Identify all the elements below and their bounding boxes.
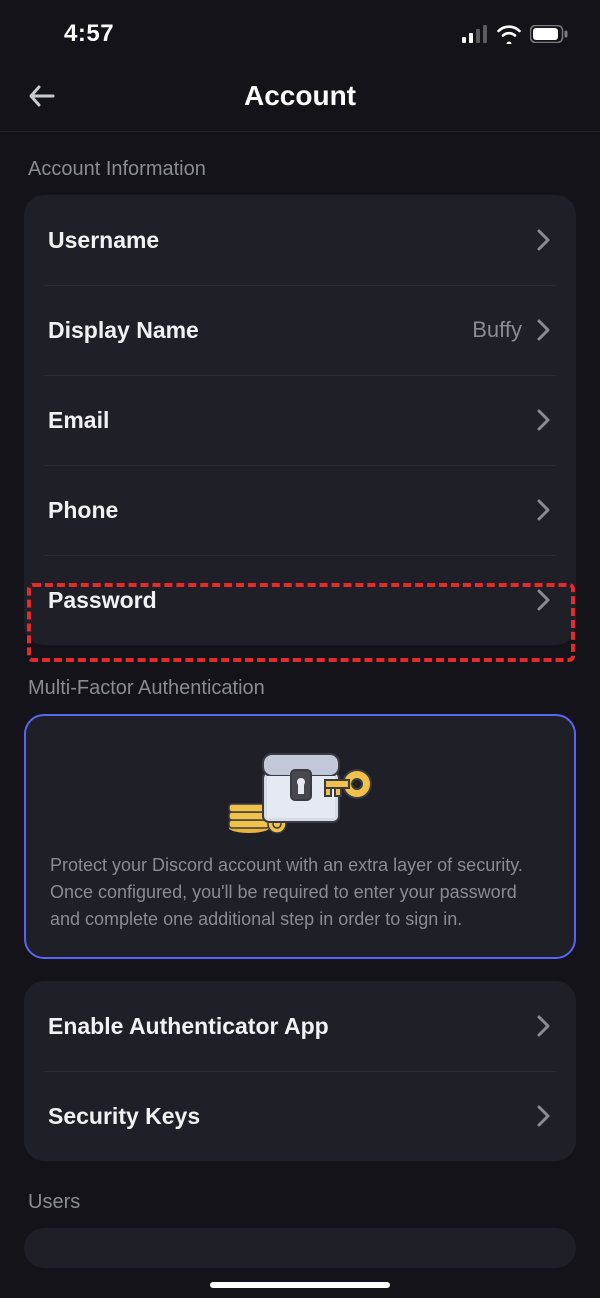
row-label-phone: Phone xyxy=(48,497,118,524)
users-card xyxy=(24,1228,576,1268)
mfa-promo-text: Protect your Discord account with an ext… xyxy=(50,852,550,933)
row-email[interactable]: Email xyxy=(24,375,576,465)
header: Account xyxy=(0,60,600,132)
row-label-display-name: Display Name xyxy=(48,317,199,344)
home-indicator[interactable] xyxy=(210,1282,390,1288)
row-display-name[interactable]: Display Name Buffy xyxy=(24,285,576,375)
row-label-email: Email xyxy=(48,407,109,434)
battery-icon xyxy=(530,25,568,43)
chevron-right-icon xyxy=(534,588,552,612)
status-indicators xyxy=(462,24,568,44)
mfa-illustration xyxy=(195,742,405,834)
row-username[interactable]: Username xyxy=(24,195,576,285)
row-label-password: Password xyxy=(48,587,157,614)
chevron-right-icon xyxy=(534,498,552,522)
account-info-card: Username Display Name Buffy Email Phone … xyxy=(24,195,576,645)
section-header-mfa: Multi-Factor Authentication xyxy=(0,645,600,714)
chevron-right-icon xyxy=(534,318,552,342)
row-phone[interactable]: Phone xyxy=(24,465,576,555)
signal-icon xyxy=(462,25,488,43)
section-header-users: Users xyxy=(0,1161,600,1228)
page-title: Account xyxy=(244,80,356,112)
row-password[interactable]: Password xyxy=(24,555,576,645)
row-label-security-keys: Security Keys xyxy=(48,1103,200,1130)
row-authenticator[interactable]: Enable Authenticator App xyxy=(24,981,576,1071)
status-time: 4:57 xyxy=(64,20,114,48)
chevron-right-icon xyxy=(534,1014,552,1038)
back-button[interactable] xyxy=(22,76,62,116)
row-label-authenticator: Enable Authenticator App xyxy=(48,1013,329,1040)
chevron-right-icon xyxy=(534,228,552,252)
row-label-username: Username xyxy=(48,227,159,254)
section-header-account-info: Account Information xyxy=(0,140,600,195)
chevron-right-icon xyxy=(534,408,552,432)
row-value-display-name: Buffy xyxy=(472,317,522,343)
row-security-keys[interactable]: Security Keys xyxy=(24,1071,576,1161)
mfa-card: Enable Authenticator App Security Keys xyxy=(24,981,576,1161)
chevron-right-icon xyxy=(534,1104,552,1128)
status-bar: 4:57 xyxy=(0,0,600,60)
arrow-left-icon xyxy=(25,79,59,113)
mfa-promo-card: Protect your Discord account with an ext… xyxy=(24,714,576,959)
wifi-icon xyxy=(496,24,522,44)
